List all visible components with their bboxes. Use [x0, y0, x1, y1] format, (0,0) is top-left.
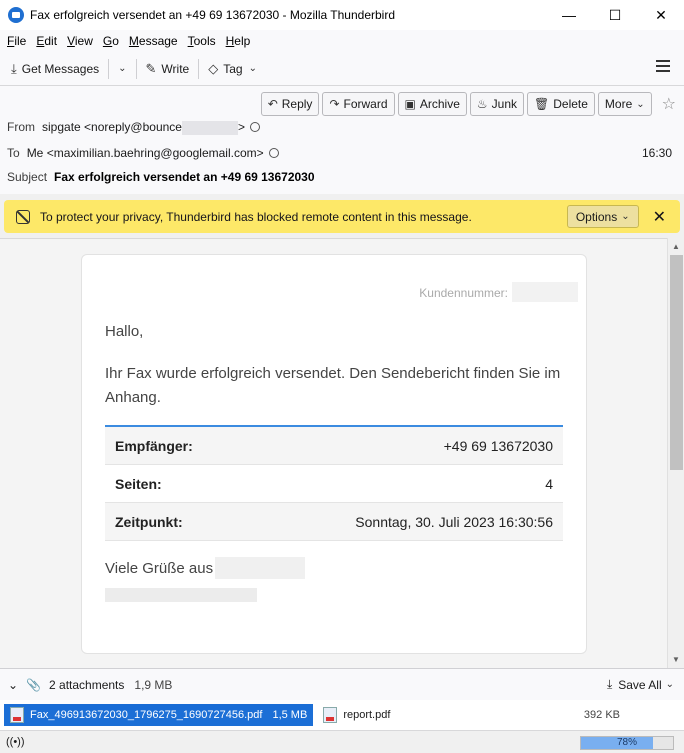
- download-icon: ⤓: [606, 677, 613, 691]
- body-paragraph: Ihr Fax wurde erfolgreich versendet. Den…: [105, 365, 561, 406]
- menu-edit[interactable]: Edit: [31, 34, 62, 48]
- from-row: From sipgate <noreply@bounce >: [7, 120, 260, 135]
- menu-file[interactable]: File: [2, 34, 31, 48]
- options-button[interactable]: Options ⌄: [566, 205, 639, 228]
- chevron-down-icon: ⌄: [665, 679, 674, 690]
- tag-icon: ◇: [208, 60, 219, 76]
- notification-text: To protect your privacy, Thunderbird has…: [40, 209, 472, 224]
- chevron-down-icon: ⌄: [118, 63, 127, 74]
- close-notification-button[interactable]: ✕: [653, 207, 666, 227]
- status-bar: ((•)) 78%: [0, 730, 684, 753]
- table-row: Seiten: 4: [105, 465, 563, 503]
- to-recipient[interactable]: Me <maximilian.baehring@googlemail.com>: [27, 146, 264, 160]
- reply-button[interactable]: ↶ Reply: [260, 92, 320, 116]
- attachment-item[interactable]: report.pdf: [317, 704, 396, 726]
- progress-bar: 78%: [580, 736, 674, 750]
- reply-arrow-icon: ↶: [267, 97, 278, 111]
- inbox-download-icon: ⤓: [11, 60, 17, 76]
- chevron-down-icon: ⌄: [621, 211, 630, 222]
- message-actions: ↶ Reply ↷ Forward ▣ Archive ♨ Junk 🗑 Del…: [258, 92, 676, 116]
- subject-row: Subject Fax erfolgreich versendet an +49…: [7, 170, 315, 184]
- pdf-file-icon: [10, 707, 24, 723]
- get-messages-button[interactable]: ⤓ Get Messages: [6, 56, 104, 82]
- archive-box-icon: ▣: [404, 97, 416, 111]
- from-name[interactable]: sipgate <noreply@bounce >: [42, 120, 245, 135]
- menu-tools[interactable]: Tools: [183, 34, 221, 48]
- address-book-icon[interactable]: [249, 122, 260, 133]
- redacted-block: [512, 282, 578, 302]
- redacted-block: [181, 120, 238, 135]
- message-scrollbar[interactable]: ▲ ▼: [667, 238, 684, 668]
- delete-button[interactable]: 🗑 Delete: [527, 92, 595, 116]
- menu-help[interactable]: Help: [221, 34, 256, 48]
- toolbar-separator: [135, 58, 137, 79]
- attachment-bar[interactable]: ⌄ 📎 2 attachments 1,9 MB ⤓ Save All ⌄: [0, 668, 684, 700]
- flame-icon: ♨: [476, 97, 488, 111]
- pdf-file-icon: [323, 707, 338, 723]
- progress-label: 78%: [616, 737, 637, 748]
- address-book-icon[interactable]: [268, 148, 279, 158]
- scrollbar-thumb[interactable]: [670, 255, 683, 470]
- greeting: Hallo,: [105, 323, 144, 340]
- toolbar-separator: [198, 58, 200, 79]
- trash-icon: 🗑: [534, 97, 550, 111]
- menu-message[interactable]: Message: [124, 34, 183, 48]
- subject-value: Fax erfolgreich versendet an +49 69 1367…: [54, 170, 315, 184]
- customer-number-label: Kundennummer:: [419, 286, 508, 300]
- chevron-down-icon: ⌄: [248, 63, 257, 74]
- attachment-item[interactable]: Fax_496913672030_1796275_1690727456.pdf …: [4, 704, 314, 726]
- attachment-total-size: 1,9 MB: [134, 677, 173, 692]
- thunderbird-logo-icon: [8, 7, 24, 23]
- attachment-count: 2 attachments: [49, 677, 125, 692]
- more-button[interactable]: More ⌄: [597, 92, 652, 116]
- attachment-size: 392 KB: [583, 709, 620, 721]
- table-row: Zeitpunkt: Sonntag, 30. Juli 2023 16:30:…: [105, 503, 563, 541]
- remote-content-notification: To protect your privacy, Thunderbird has…: [4, 200, 680, 233]
- tag-button[interactable]: ◇ Tag ⌄: [203, 56, 262, 82]
- get-messages-dropdown[interactable]: ⌄: [113, 56, 131, 82]
- table-row: Empfänger: +49 69 13672030: [105, 427, 563, 465]
- chevron-down-icon[interactable]: ⌄: [8, 678, 18, 692]
- forward-arrow-icon: ↷: [329, 97, 340, 111]
- pencil-icon: ✎: [145, 60, 157, 76]
- title-bar: Fax erfolgreich versendet an +49 69 1367…: [0, 0, 684, 30]
- save-all-button[interactable]: ⤓ Save All ⌄: [607, 677, 674, 692]
- forward-button[interactable]: ↷ Forward: [322, 92, 395, 116]
- write-button[interactable]: ✎ Write: [141, 56, 195, 82]
- blocked-content-icon: [16, 209, 30, 224]
- scroll-down-icon[interactable]: ▼: [668, 651, 684, 668]
- toolbar-separator: [108, 58, 110, 79]
- redacted-block: [215, 557, 305, 579]
- scroll-up-icon[interactable]: ▲: [668, 238, 684, 255]
- message-time: 16:30: [641, 146, 672, 160]
- star-icon[interactable]: ☆: [662, 94, 676, 114]
- chevron-down-icon: ⌄: [636, 98, 645, 110]
- fax-details-table: Empfänger: +49 69 13672030 Seiten: 4 Zei…: [105, 425, 563, 541]
- minimize-button[interactable]: —: [546, 0, 592, 30]
- connection-status-icon[interactable]: ((•)): [6, 736, 25, 748]
- message-body: Kundennummer: Hallo, Ihr Fax wurde erfol…: [0, 238, 667, 668]
- menu-view[interactable]: View: [62, 34, 98, 48]
- archive-button[interactable]: ▣ Archive: [397, 92, 467, 116]
- message-header: ↶ Reply ↷ Forward ▣ Archive ♨ Junk 🗑 Del…: [0, 86, 684, 194]
- email-card: Kundennummer: Hallo, Ihr Fax wurde erfol…: [81, 254, 587, 654]
- maximize-button[interactable]: ☐: [592, 0, 638, 30]
- to-row: To Me <maximilian.baehring@googlemail.co…: [7, 146, 279, 160]
- redacted-signature: [105, 588, 257, 602]
- junk-button[interactable]: ♨ Junk: [469, 92, 524, 116]
- closing-text: Viele Grüße aus: [105, 560, 214, 577]
- app-menu-icon[interactable]: [656, 60, 670, 72]
- menu-bar: File Edit View Go Message Tools Help: [0, 30, 684, 52]
- attachment-list: Fax_496913672030_1796275_1690727456.pdf …: [0, 700, 684, 730]
- window-title: Fax erfolgreich versendet an +49 69 1367…: [30, 8, 396, 22]
- menu-go[interactable]: Go: [98, 34, 124, 48]
- main-toolbar: ⤓ Get Messages ⌄ ✎ Write ◇ Tag ⌄: [0, 52, 684, 86]
- paperclip-icon: 📎: [26, 677, 42, 692]
- close-window-button[interactable]: ✕: [638, 0, 684, 30]
